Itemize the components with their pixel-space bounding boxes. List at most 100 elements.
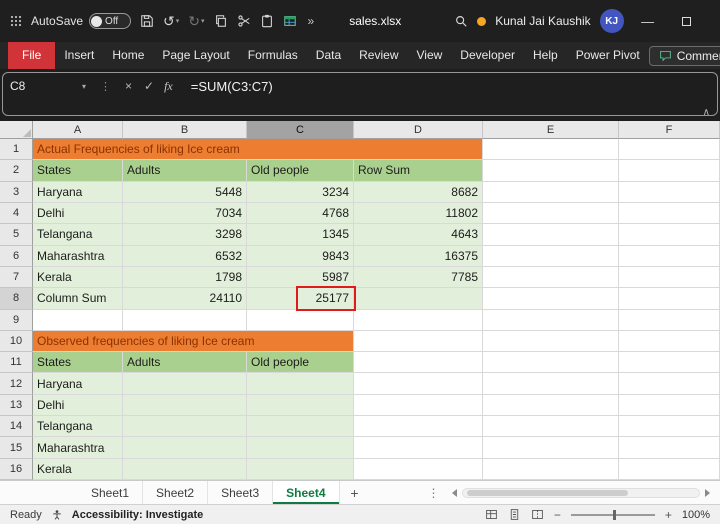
cell-A9[interactable] [33,310,123,331]
cell-C5[interactable]: 1345 [247,224,354,245]
toolbar-overflow-chevron[interactable]: » [308,14,315,28]
cell-F7[interactable] [619,267,720,288]
cell-A10[interactable]: Observed frequencies of liking Ice cream [33,331,354,352]
row-header-9[interactable]: 9 [0,310,33,331]
cell-E3[interactable] [483,182,619,203]
column-header-C[interactable]: C [247,121,354,139]
cell-F6[interactable] [619,246,720,267]
cell-C8[interactable]: 25177 [247,288,354,309]
cell-A15[interactable]: Maharashtra [33,437,123,458]
cell-F14[interactable] [619,416,720,437]
ribbon-tab-formulas[interactable]: Formulas [239,42,307,69]
cell-F13[interactable] [619,395,720,416]
zoom-slider-knob[interactable] [613,510,616,520]
cell-A1[interactable]: Actual Frequencies of liking Ice cream [33,139,483,160]
autosave-switch[interactable]: Off [89,13,131,29]
cell-A6[interactable]: Maharashtra [33,246,123,267]
row-header-15[interactable]: 15 [0,437,33,458]
confirm-entry-icon[interactable]: ✓ [144,79,154,93]
cell-C13[interactable] [247,395,354,416]
collapse-ribbon-chevron[interactable]: ∧ [703,107,710,118]
zoom-slider[interactable] [571,514,655,516]
cell-E14[interactable] [483,416,619,437]
user-name[interactable]: Kunal Jai Kaushik [495,14,590,28]
row-header-1[interactable]: 1 [0,139,33,160]
paste-icon[interactable] [260,12,274,30]
cell-E6[interactable] [483,246,619,267]
cell-F1[interactable] [619,139,720,160]
cell-C3[interactable]: 3234 [247,182,354,203]
cell-B9[interactable] [123,310,247,331]
ribbon-tab-insert[interactable]: Insert [55,42,103,69]
row-header-14[interactable]: 14 [0,416,33,437]
cell-E9[interactable] [483,310,619,331]
sheet-tab-sheet2[interactable]: Sheet2 [143,481,208,504]
ribbon-tab-home[interactable]: Home [103,42,153,69]
maximize-button[interactable] [672,0,702,42]
cell-D5[interactable]: 4643 [354,224,483,245]
ribbon-tab-data[interactable]: Data [307,42,350,69]
cell-E10[interactable] [483,331,619,352]
sheet-tab-sheet4[interactable]: Sheet4 [273,481,339,504]
cell-C2[interactable]: Old people [247,160,354,181]
cell-F5[interactable] [619,224,720,245]
cell-D13[interactable] [354,395,483,416]
scrollbar-track[interactable] [462,488,701,498]
cell-A13[interactable]: Delhi [33,395,123,416]
cell-A7[interactable]: Kerala [33,267,123,288]
cell-B3[interactable]: 5448 [123,182,247,203]
cell-A16[interactable]: Kerala [33,459,123,480]
cell-A14[interactable]: Telangana [33,416,123,437]
search-icon[interactable] [454,12,468,30]
cell-C4[interactable]: 4768 [247,203,354,224]
cell-C9[interactable] [247,310,354,331]
cell-F8[interactable] [619,288,720,309]
scrollbar-thumb[interactable] [467,490,628,496]
cell-E1[interactable] [483,139,619,160]
cell-F11[interactable] [619,352,720,373]
ribbon-tab-view[interactable]: View [408,42,452,69]
row-header-12[interactable]: 12 [0,373,33,394]
cell-C14[interactable] [247,416,354,437]
column-header-F[interactable]: F [619,121,720,139]
cell-D7[interactable]: 7785 [354,267,483,288]
column-header-D[interactable]: D [354,121,483,139]
cell-B8[interactable]: 24110 [123,288,247,309]
zoom-in-button[interactable]: + [665,508,672,522]
row-header-4[interactable]: 4 [0,203,33,224]
cell-F15[interactable] [619,437,720,458]
cell-F3[interactable] [619,182,720,203]
cell-C15[interactable] [247,437,354,458]
tab-overflow-dots[interactable]: ⋮ [428,481,440,504]
cell-B5[interactable]: 3298 [123,224,247,245]
cell-D6[interactable]: 16375 [354,246,483,267]
cell-E15[interactable] [483,437,619,458]
cell-F2[interactable] [619,160,720,181]
cell-B15[interactable] [123,437,247,458]
cell-C6[interactable]: 9843 [247,246,354,267]
ribbon-tab-developer[interactable]: Developer [451,42,524,69]
cell-D14[interactable] [354,416,483,437]
cell-A11[interactable]: States [33,352,123,373]
cell-B16[interactable] [123,459,247,480]
column-header-A[interactable]: A [33,121,123,139]
cell-B4[interactable]: 7034 [123,203,247,224]
app-icon[interactable] [10,12,22,30]
table-tool-icon[interactable] [283,12,297,30]
row-header-16[interactable]: 16 [0,459,33,480]
name-box[interactable]: C8 ▾ [10,79,90,93]
row-header-11[interactable]: 11 [0,352,33,373]
cell-D12[interactable] [354,373,483,394]
row-header-6[interactable]: 6 [0,246,33,267]
cell-F12[interactable] [619,373,720,394]
page-layout-view-icon[interactable] [508,508,521,521]
cut-icon[interactable] [237,12,251,30]
close-button[interactable]: × [711,0,720,42]
column-header-E[interactable]: E [483,121,619,139]
cell-E7[interactable] [483,267,619,288]
cell-A4[interactable]: Delhi [33,203,123,224]
cell-D16[interactable] [354,459,483,480]
row-header-3[interactable]: 3 [0,182,33,203]
comments-button[interactable]: Comments [649,46,720,66]
formula-input[interactable]: =SUM(C3:C7) [191,79,273,94]
